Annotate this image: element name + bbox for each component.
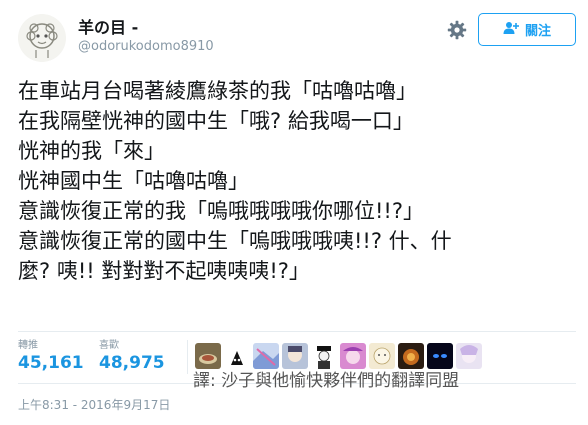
translator-watermark: 譯: 沙子與他愉快夥伴們的翻譯同盟 [193, 371, 460, 391]
likes-count[interactable]: 48,975 [99, 352, 165, 374]
tweet-line: 意識恢復正常的我「嗚哦哦哦哦你哪位!!?」 [18, 199, 424, 223]
like-stat[interactable]: 喜歡 48,975 [99, 340, 165, 374]
follow-button[interactable]: 關注 [478, 13, 576, 46]
retweets-label: 轉推 [18, 340, 38, 351]
retweets-count[interactable]: 45,161 [18, 352, 84, 374]
tweet-card: 羊の目 - @odorukodomo8910 關注 在車站月台喝著綾鷹綠茶的我「… [0, 0, 588, 425]
gear-icon[interactable] [447, 20, 467, 40]
user-handle[interactable]: @odorukodomo8910 [78, 39, 214, 54]
stats-separator [187, 340, 188, 374]
tweet-line: 恍神的我「來」 [18, 139, 165, 163]
tweet-text: 在車站月台喝著綾鷹綠茶的我「咕嚕咕嚕」 在我隔壁恍神的國中生「哦? 給我喝一口」… [18, 76, 578, 286]
retweet-stat[interactable]: 轉推 45,161 [18, 340, 84, 374]
tweet-line: 在我隔壁恍神的國中生「哦? 給我喝一口」 [18, 109, 414, 133]
sheep-avatar-icon[interactable] [18, 14, 66, 62]
tweet-line: 麼? 咦!! 對對對不起咦咦咦!?」 [18, 259, 310, 283]
tweet-line: 在車站月台喝著綾鷹綠茶的我「咕嚕咕嚕」 [18, 79, 417, 103]
follow-label: 關注 [524, 24, 551, 39]
divider [18, 331, 576, 332]
tweet-timestamp[interactable]: 上午8:31 - 2016年9月17日 [18, 396, 170, 413]
likes-label: 喜歡 [99, 340, 119, 351]
add-user-icon [503, 21, 519, 39]
tweet-line: 意識恢復正常的國中生「嗚哦哦哦咦!!? 什、什 [18, 229, 452, 253]
tweet-line: 恍神國中生「咕嚕咕嚕」 [18, 169, 249, 193]
display-name[interactable]: 羊の目 - [78, 14, 138, 38]
user-avatar-10[interactable] [456, 343, 482, 369]
